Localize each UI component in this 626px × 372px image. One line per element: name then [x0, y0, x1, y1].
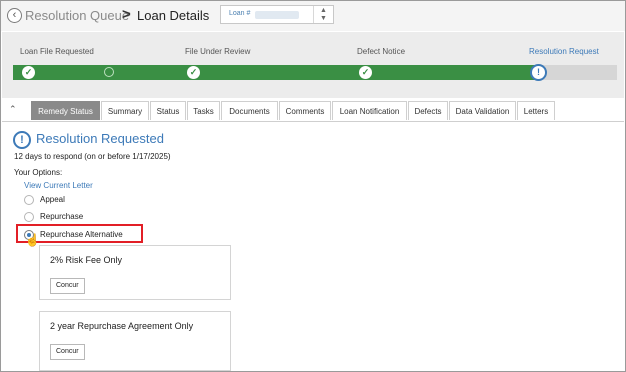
radio-label-appeal[interactable]: Appeal — [40, 195, 65, 204]
breadcrumb-separator: > — [122, 6, 131, 23]
step-label-loan-file-requested: Loan File Requested — [20, 47, 94, 56]
radio-appeal[interactable] — [24, 195, 34, 205]
card-title: 2% Risk Fee Only — [50, 255, 123, 265]
alternative-card-risk-fee: 2% Risk Fee Only Concur — [39, 245, 231, 300]
options-label: Your Options: — [14, 168, 63, 177]
tab-loan-notification[interactable]: Loan Notification — [332, 101, 407, 120]
step-label-defect-notice: Defect Notice — [357, 47, 406, 56]
loan-select-label: Loan # — [229, 10, 251, 17]
concur-button[interactable]: Concur — [50, 344, 85, 360]
respond-deadline: 12 days to respond (on or before 1/17/20… — [14, 152, 171, 161]
card-title: 2 year Repurchase Agreement Only — [50, 321, 194, 331]
radio-repurchase[interactable] — [24, 212, 34, 222]
alert-icon: ! — [13, 131, 31, 149]
current-step-alert-icon: ! — [530, 64, 547, 81]
page-title: Loan Details — [137, 8, 210, 23]
progress-bar-remaining — [538, 65, 617, 80]
concur-button[interactable]: Concur — [50, 278, 85, 294]
progress-bar-complete — [13, 65, 538, 80]
view-current-letter-link[interactable]: View Current Letter — [24, 181, 93, 190]
radio-label-repurchase[interactable]: Repurchase — [40, 212, 83, 221]
step-label-file-under-review: File Under Review — [185, 47, 251, 56]
app-window: ‹ Resolution Queue > Loan Details Loan #… — [0, 0, 626, 372]
tab-data-validation[interactable]: Data Validation — [449, 101, 516, 120]
tab-letters[interactable]: Letters — [517, 101, 555, 120]
alternative-card-repurchase-agreement: 2 year Repurchase Agreement Only Concur — [39, 311, 231, 371]
step-complete-check-icon: ✓ — [359, 66, 372, 79]
progress-tracker: Loan File Requested File Under Review De… — [2, 32, 624, 98]
step-complete-check-icon: ✓ — [187, 66, 200, 79]
tab-bar: ⌃ Remedy Status Summary Status Tasks Doc… — [2, 100, 624, 122]
loan-number-redacted — [255, 11, 299, 19]
tab-summary[interactable]: Summary — [101, 101, 149, 120]
tab-status[interactable]: Status — [150, 101, 186, 120]
status-title: Resolution Requested — [36, 131, 164, 146]
tab-defects[interactable]: Defects — [408, 101, 448, 120]
substep-marker-icon — [104, 67, 114, 77]
tab-remedy-status[interactable]: Remedy Status — [31, 101, 100, 120]
hand-pointer-icon: ☝ — [25, 233, 40, 247]
back-arrow-icon[interactable]: ‹ — [7, 8, 22, 23]
select-arrows-icon[interactable]: ▲ ▼ — [313, 6, 333, 23]
tab-tasks[interactable]: Tasks — [187, 101, 220, 120]
breadcrumb-resolution-queue[interactable]: Resolution Queue — [25, 8, 129, 23]
header-bar: ‹ Resolution Queue > Loan Details Loan #… — [1, 1, 625, 31]
tab-documents[interactable]: Documents — [221, 101, 278, 120]
loan-select[interactable]: Loan # ▲ ▼ — [220, 5, 334, 24]
step-complete-check-icon: ✓ — [22, 66, 35, 79]
tab-comments[interactable]: Comments — [279, 101, 331, 120]
chevron-up-icon[interactable]: ⌃ — [9, 104, 17, 115]
step-label-resolution-request: Resolution Request — [529, 47, 599, 56]
